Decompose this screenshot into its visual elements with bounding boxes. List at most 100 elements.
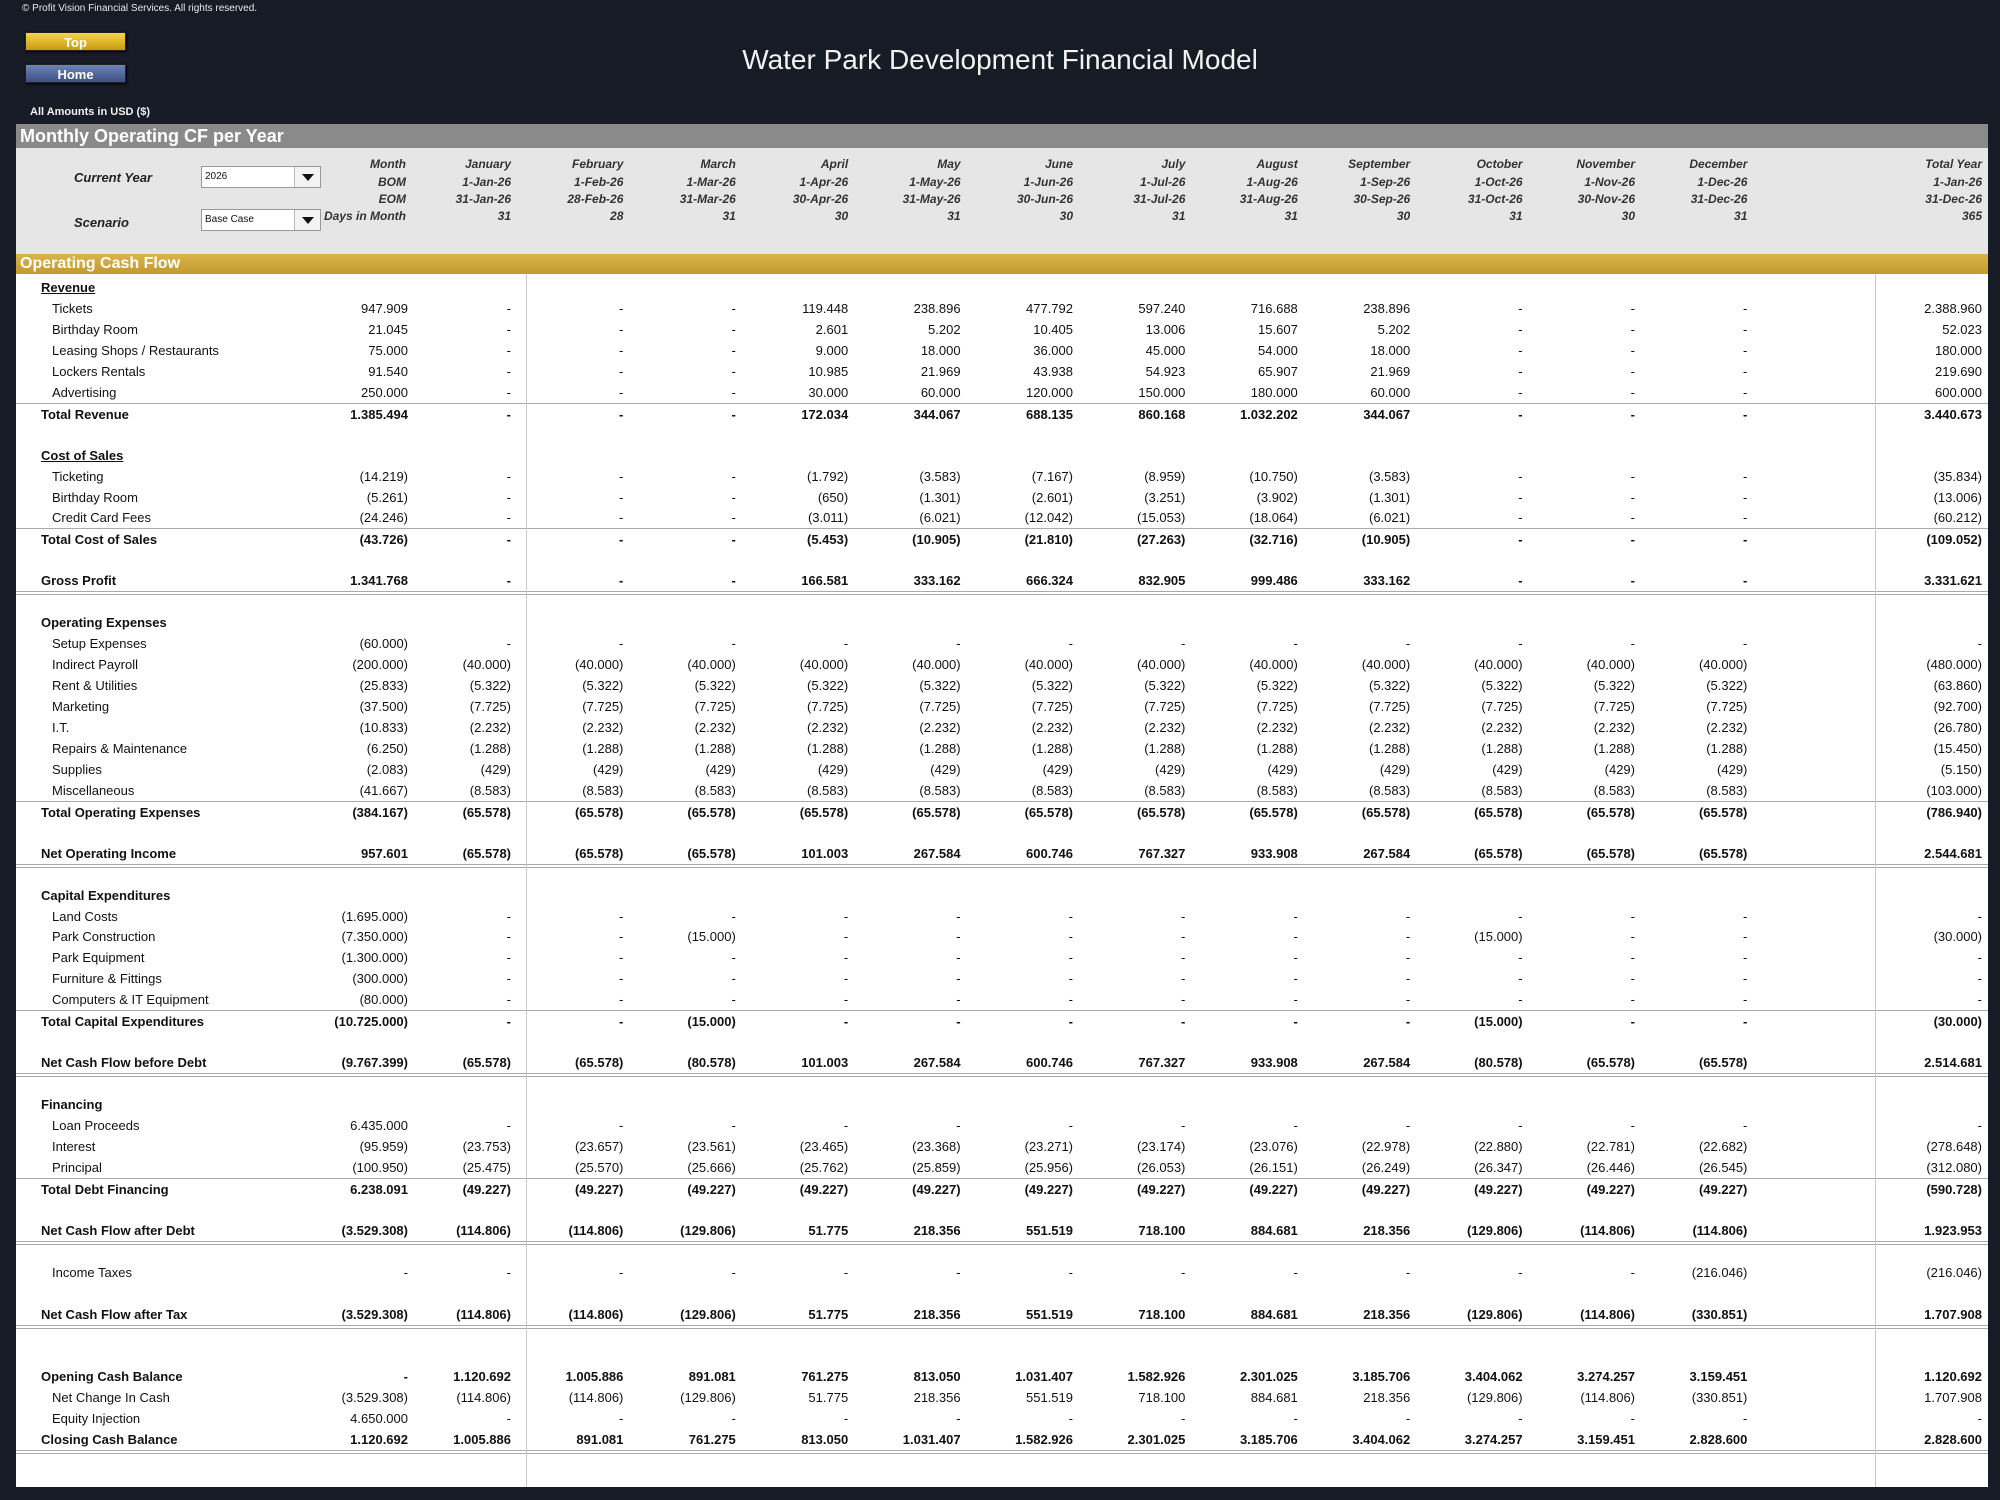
month-value: (429) (480, 761, 511, 777)
month-value: 1.120.692 (453, 1369, 511, 1385)
month-value: - (1293, 971, 1298, 987)
header-bom-cell: 1-Aug-26 (1246, 175, 1298, 189)
row-label: Furniture & Fittings (52, 971, 162, 987)
total-year-value: - (1977, 971, 1982, 987)
month-value: 1.031.407 (1015, 1369, 1073, 1385)
header-bom-cell: 1-Mar-26 (686, 175, 736, 189)
header-month-cell: May (937, 157, 961, 171)
total-year-value: 1.707.908 (1924, 1306, 1982, 1322)
month-value: (65.578) (1586, 845, 1635, 861)
month-value: - (1518, 573, 1523, 589)
month-value: - (1068, 1411, 1073, 1427)
total-year-value: (109.052) (1926, 532, 1982, 548)
total-year-value: (92.700) (1933, 699, 1982, 714)
prior-year-value: (300.000) (352, 971, 408, 987)
prior-year-value: (5.261) (366, 489, 408, 505)
month-value: (1.288) (1481, 740, 1523, 756)
month-value: 5.202 (928, 321, 961, 337)
month-value: - (843, 929, 849, 945)
month-value: (129.806) (1466, 1390, 1523, 1406)
total-year-value: (35.834) (1933, 468, 1982, 484)
month-value: 597.240 (1138, 300, 1186, 316)
month-value: - (619, 321, 624, 337)
month-value: - (1518, 532, 1523, 548)
total-year-value: (26.780) (1933, 719, 1982, 735)
month-value: - (1743, 342, 1748, 358)
row-label: Advertising (52, 384, 117, 400)
month-value: 884.681 (1250, 1222, 1298, 1238)
month-value: 267.584 (913, 1055, 961, 1071)
month-value: 218.356 (913, 1222, 961, 1238)
month-value: 1.005.886 (565, 1369, 624, 1385)
month-value: (49.227) (574, 1181, 624, 1197)
month-value: - (956, 908, 961, 924)
header-total-eom-cell: 31-Dec-26 (1925, 192, 1982, 206)
month-value: 43.938 (1033, 363, 1073, 379)
table-row: Total Revenue 1.385.494 - - - 172.034 344.067 6… (16, 402, 1988, 424)
month-value: 891.081 (576, 1432, 624, 1448)
row-label: Net Change In Cash (52, 1390, 170, 1406)
month-value: 18.000 (1370, 342, 1411, 358)
prior-year-value: 21.045 (368, 321, 408, 337)
month-value: (15.053) (1136, 510, 1186, 526)
month-value: (32.716) (1249, 532, 1298, 548)
month-value: - (506, 384, 511, 400)
table-row: I.T. (10.833) (2.232) (2.232) (2.232) (2.232)… (16, 717, 1988, 738)
total-year-value: 2.544.681 (1924, 845, 1982, 861)
row-label: Principal (52, 1159, 102, 1175)
header-total-days-cell: 365 (1961, 209, 1982, 223)
month-value: - (1743, 1118, 1748, 1133)
month-value: 718.100 (1138, 1306, 1186, 1322)
month-value: - (956, 1118, 961, 1133)
month-value: - (1743, 573, 1748, 589)
month-value: - (1181, 1014, 1186, 1030)
month-value: - (1518, 636, 1523, 652)
table-row: Lockers Rentals 91.540 - - - 10.985 21.969 43.9… (16, 361, 1988, 382)
month-value: (65.578) (1586, 1055, 1635, 1071)
prior-year-value: (1.695.000) (341, 908, 409, 924)
month-value: (40.000) (1698, 657, 1748, 673)
month-value: (5.322) (582, 678, 624, 694)
month-value: - (843, 1118, 849, 1133)
month-value: 5.202 (1377, 321, 1411, 337)
month-value: - (1181, 908, 1186, 924)
column-divider (526, 274, 527, 1487)
month-value: 2.301.025 (1127, 1432, 1186, 1448)
month-value: 3.274.257 (1464, 1432, 1523, 1448)
table-row: Revenue (16, 277, 1988, 298)
month-value: 333.162 (1363, 573, 1411, 589)
prior-year-value: (60.000) (359, 636, 408, 652)
header-area: Current Year 2026 Scenario Base Case Mon… (16, 148, 1988, 274)
month-value: (7.725) (1706, 699, 1748, 714)
row-label: Land Costs (52, 908, 118, 924)
month-value: 884.681 (1250, 1306, 1298, 1322)
month-value: (3.583) (919, 468, 961, 484)
row-label: Indirect Payroll (52, 657, 138, 673)
row-label: Credit Card Fees (52, 510, 151, 526)
table-row: Advertising 250.000 - - - 30.000 60.000 120.000… (16, 382, 1988, 403)
month-value: (23.174) (1136, 1138, 1186, 1154)
month-value: - (1293, 1118, 1298, 1133)
table-row: Repairs & Maintenance (6.250) (1.288) (1.28… (16, 738, 1988, 759)
table-row: Net Change In Cash (3.529.308) (114.806) (1… (16, 1387, 1988, 1408)
total-year-value: - (1977, 1411, 1982, 1427)
header-month-cell: September (1348, 157, 1411, 171)
month-value: (5.322) (919, 678, 961, 694)
month-value: - (1405, 971, 1411, 987)
month-value: - (506, 636, 511, 652)
month-value: - (1518, 1264, 1523, 1280)
month-value: (12.042) (1024, 510, 1073, 526)
month-value: - (1181, 1264, 1186, 1280)
month-value: (40.000) (799, 657, 849, 673)
header-bom-cell: 1-Jun-26 (1023, 175, 1073, 189)
header-eom-cell: 31-Jul-26 (1133, 192, 1186, 206)
table-row: Park Equipment (1.300.000) - - - - - - - - - - - - - (16, 947, 1988, 968)
month-value: (23.753) (462, 1138, 511, 1154)
month-value: - (1518, 489, 1523, 505)
month-value: (49.227) (912, 1181, 961, 1197)
month-value: 1.582.926 (1015, 1432, 1073, 1448)
table-row: Total Operating Expenses (384.167) (65.578… (16, 800, 1988, 822)
month-value: (25.666) (687, 1159, 736, 1175)
month-value: 600.746 (1026, 1055, 1073, 1071)
prior-year-value: (14.219) (359, 468, 408, 484)
